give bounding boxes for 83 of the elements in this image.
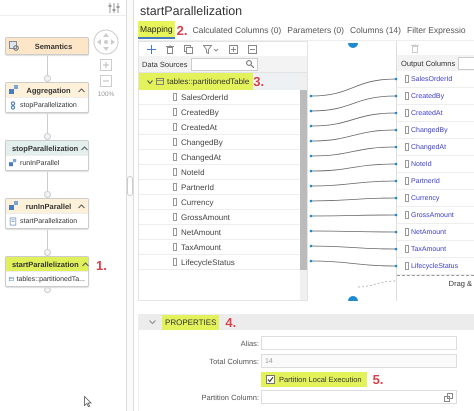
caret-icon[interactable] xyxy=(147,78,153,84)
source-column: NoteId xyxy=(181,168,205,176)
source-column: ChangedBy xyxy=(181,138,223,146)
input-field[interactable] xyxy=(261,336,457,350)
port-icon[interactable] xyxy=(44,249,50,256)
column-icon xyxy=(405,245,409,253)
filter-icon[interactable] xyxy=(203,44,219,54)
collapse-icon[interactable] xyxy=(78,88,85,92)
column-icon xyxy=(405,211,409,219)
column-icon xyxy=(405,109,409,117)
table-icon xyxy=(156,78,164,85)
semantics-icon xyxy=(9,41,19,51)
tab[interactable]: Columns (14) xyxy=(348,22,403,38)
column-icon xyxy=(405,228,409,236)
column-icon xyxy=(405,92,409,100)
collapse-all-icon[interactable] xyxy=(248,44,257,54)
data-source-row[interactable]: tables::partitionedTable xyxy=(139,73,254,90)
column-icon xyxy=(405,262,409,270)
input-field[interactable] xyxy=(261,390,457,404)
search-field[interactable] xyxy=(191,58,258,70)
editor-title: startParallelization xyxy=(139,3,244,20)
source-column: Currency xyxy=(181,198,214,206)
annotation-number: 3. xyxy=(253,74,264,89)
source-column: GrossAmount xyxy=(181,212,230,222)
delete-icon[interactable] xyxy=(411,44,419,52)
annotation-number: 5. xyxy=(372,372,384,386)
connector-line xyxy=(46,55,48,75)
search-icon xyxy=(246,60,254,68)
drag-handle[interactable] xyxy=(348,43,358,48)
annotation-number: 1. xyxy=(96,258,107,273)
zoom-in-icon[interactable] xyxy=(100,59,112,71)
collapse-icon[interactable] xyxy=(149,319,156,325)
tab[interactable]: Calculated Columns (0) xyxy=(190,22,284,38)
stop-icon xyxy=(9,100,17,110)
column-icon xyxy=(405,126,409,134)
column-icon xyxy=(405,75,409,83)
table-icon xyxy=(9,275,14,283)
zoom-out-icon[interactable] xyxy=(100,75,112,87)
connector-line xyxy=(46,229,48,249)
tab[interactable]: Mapping xyxy=(138,21,175,39)
port-icon[interactable] xyxy=(44,287,50,293)
aggregation-icon xyxy=(9,159,17,167)
column-icon xyxy=(405,160,409,168)
port-icon[interactable] xyxy=(44,133,50,140)
aggregation-icon xyxy=(9,85,19,95)
collapse-icon[interactable] xyxy=(82,262,89,266)
document-icon xyxy=(9,216,17,226)
copy-icon[interactable] xyxy=(184,44,193,54)
splitter-handle[interactable] xyxy=(127,176,133,196)
delete-icon[interactable] xyxy=(166,44,174,54)
mouse-cursor-icon xyxy=(84,396,92,407)
add-icon[interactable] xyxy=(147,44,156,54)
source-column: NetAmount xyxy=(181,228,222,236)
column-icon xyxy=(405,177,409,185)
source-column: LifecycleStatus xyxy=(181,258,235,266)
column-icon xyxy=(405,194,409,202)
aggregation-icon xyxy=(9,201,19,211)
annotation-number: 2. xyxy=(176,22,188,38)
drag-handle[interactable] xyxy=(348,296,358,301)
source-column: PartnerId xyxy=(181,182,214,192)
column-icon xyxy=(405,143,409,151)
tab[interactable]: Parameters (0) xyxy=(285,22,346,38)
connector-line xyxy=(46,171,48,191)
port-icon[interactable] xyxy=(44,75,50,82)
layout-settings-icon[interactable] xyxy=(108,2,120,12)
source-column: ChangedAt xyxy=(181,152,222,162)
port-icon[interactable] xyxy=(44,191,50,198)
collapse-icon[interactable] xyxy=(81,146,88,150)
source-column: CreatedAt xyxy=(181,122,218,132)
source-column: SalesOrderId xyxy=(181,92,228,102)
search-field[interactable] xyxy=(458,56,474,70)
annotation-number: 4. xyxy=(225,314,236,330)
checkbox[interactable] xyxy=(266,374,275,384)
value-help-icon[interactable] xyxy=(444,392,453,402)
scrollbar-thumb[interactable] xyxy=(300,90,307,270)
connector-line xyxy=(46,113,48,133)
properties-header[interactable]: PROPERTIES xyxy=(162,314,220,330)
pan-control-icon[interactable] xyxy=(93,29,119,55)
tab[interactable]: Filter Expressio xyxy=(405,22,468,38)
source-column: CreatedBy xyxy=(181,108,219,116)
expand-all-icon[interactable] xyxy=(229,44,238,54)
collapse-icon[interactable] xyxy=(78,204,85,208)
source-column: TaxAmount xyxy=(181,242,222,252)
